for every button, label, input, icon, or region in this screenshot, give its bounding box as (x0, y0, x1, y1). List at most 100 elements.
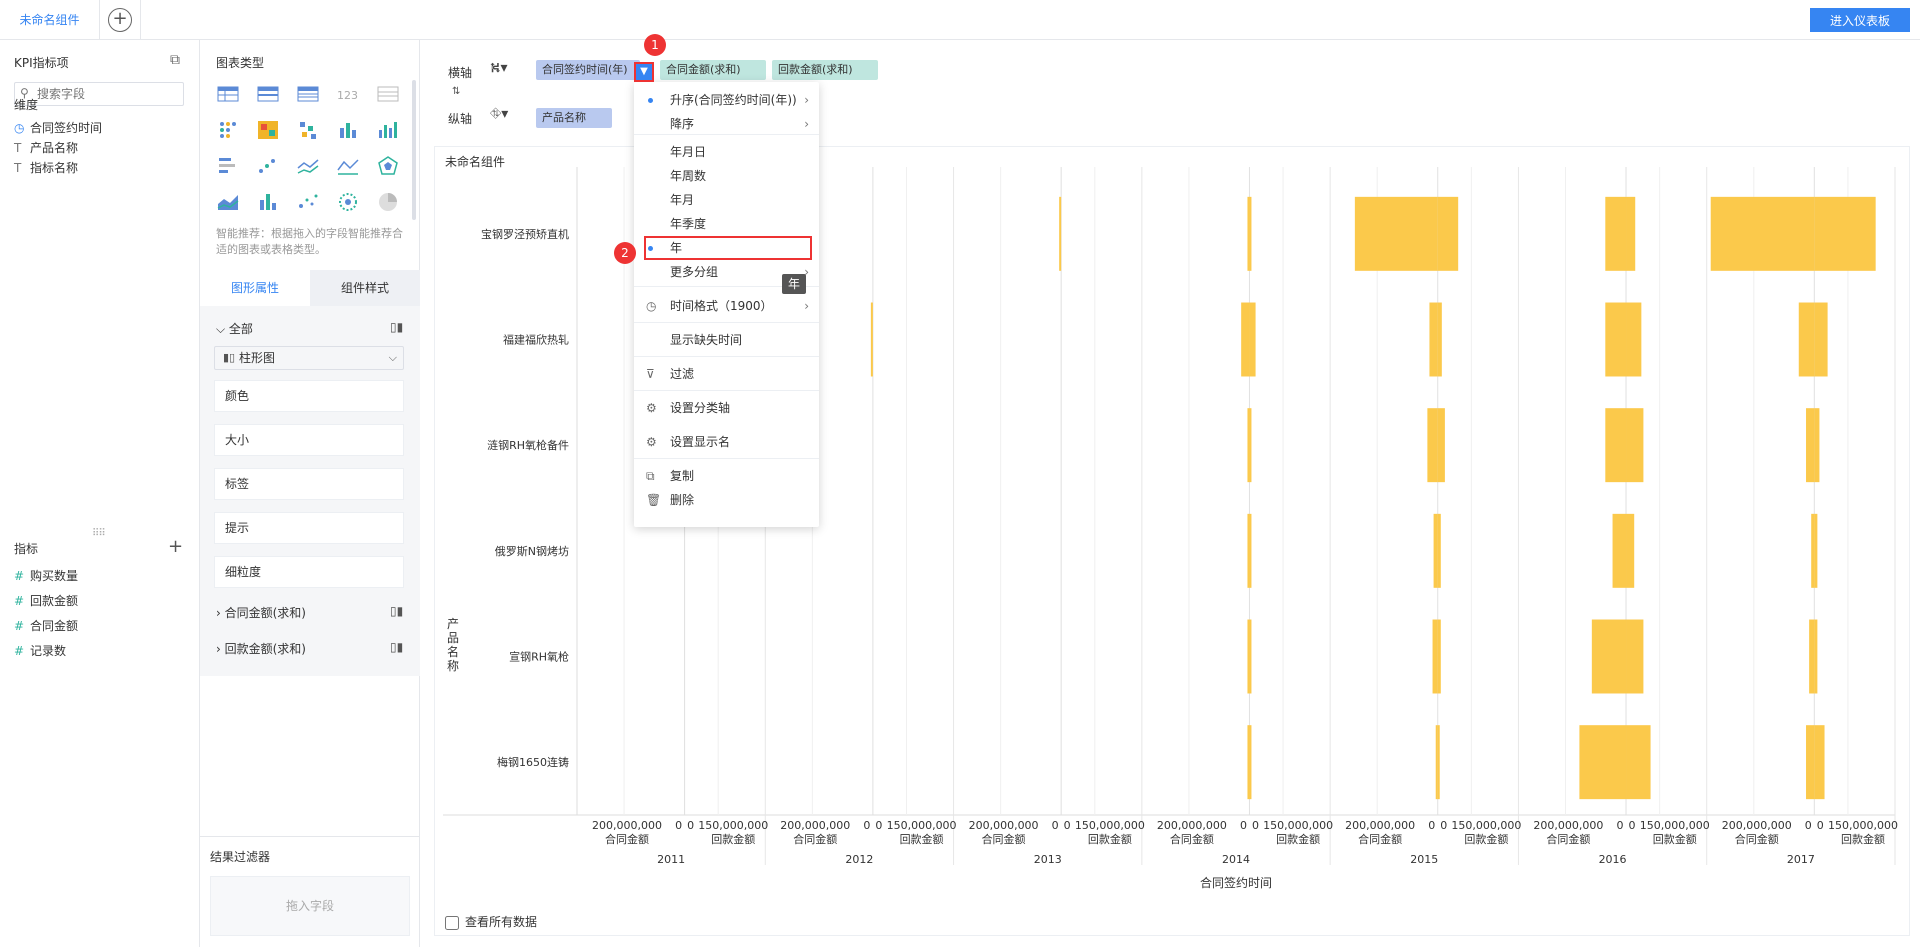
field-item-metric-2[interactable]: # 合同金额 (14, 616, 78, 636)
menu-item-2[interactable]: 年月日 (634, 140, 819, 164)
search-input[interactable] (37, 86, 177, 102)
sub-axis-label: 合同金额 (1358, 832, 1402, 846)
splitter-handle[interactable]: ⠿⠿ (92, 528, 106, 539)
menu-item-11[interactable]: ⚙ 设置分类轴 (634, 396, 819, 420)
property-label[interactable]: 标签 (214, 468, 404, 500)
y-axis-label: 纵轴 (448, 112, 473, 126)
tab-graphic-properties[interactable]: 图形属性 (200, 270, 310, 306)
menu-item-5[interactable]: 年季度 (634, 212, 819, 236)
line-chart-icon[interactable] (296, 154, 320, 178)
heatmap-icon[interactable] (256, 118, 280, 142)
property-size[interactable]: 大小 (214, 424, 404, 456)
property-series-1[interactable]: › 回款金额(求和) (216, 640, 306, 657)
scatter-block-icon[interactable] (296, 118, 320, 142)
search-box[interactable]: ⚲ (14, 82, 184, 106)
number-card-icon[interactable]: 123 (336, 82, 360, 106)
property-all-toggle[interactable]: ⌵ 全部 (216, 320, 253, 337)
tick-label: 200,000,000 (1533, 819, 1603, 832)
tick-label: 150,000,000 (1640, 819, 1710, 832)
dot-matrix-icon[interactable] (216, 118, 240, 142)
tab-component[interactable]: 未命名组件 (0, 0, 100, 40)
pill-dropdown-arrow[interactable]: ▼ (634, 62, 654, 82)
menu-separator (634, 458, 819, 459)
column-chart-icon[interactable]: ▯▮ (390, 640, 403, 654)
tick-label: 200,000,000 (592, 819, 662, 832)
property-series-0[interactable]: › 合同金额(求和) (216, 604, 306, 621)
swap-axes-icon[interactable]: ⇅ (452, 86, 460, 97)
area-chart-icon[interactable] (216, 190, 240, 214)
property-tooltip[interactable]: 提示 (214, 512, 404, 544)
sub-axis-label: 回款金额 (1088, 832, 1132, 846)
scatter-icon[interactable] (256, 154, 280, 178)
axis-type-icon[interactable]: ⛕▾ (490, 60, 507, 78)
menu-item-3[interactable]: 年周数 (634, 164, 819, 188)
column-chart-icon[interactable]: ▯▮ (390, 604, 403, 618)
radar-icon[interactable] (376, 154, 400, 178)
bar-payment (1814, 196, 1876, 271)
show-all-checkbox[interactable] (445, 915, 459, 930)
show-all-data[interactable]: 查看所有数据 (445, 913, 537, 930)
menu-item-0[interactable]: 升序(合同签约时间(年)) › (634, 88, 819, 112)
menu-item-13[interactable]: ⧉ 复制 (634, 464, 819, 488)
menu-item-9[interactable]: 显示缺失时间 (634, 328, 819, 352)
bar-contract (1806, 408, 1815, 483)
svg-text:123: 123 (337, 89, 358, 102)
bar-payment (1249, 196, 1252, 271)
menu-item-14[interactable]: 🗑 删除 (634, 488, 819, 512)
bar-chart-icon[interactable] (216, 154, 240, 178)
menu-item-4[interactable]: 年月 (634, 188, 819, 212)
properties-tabs: 图形属性 组件样式 (200, 270, 420, 306)
sub-axis-label: 合同金额 (793, 832, 837, 846)
bar-contract (1427, 408, 1438, 483)
area-line-icon[interactable] (336, 154, 360, 178)
filter-drop-zone[interactable]: 拖入字段 (210, 876, 410, 936)
pie-chart-icon[interactable] (376, 190, 400, 214)
add-tab-icon[interactable]: + (108, 8, 132, 32)
grouped-table-icon[interactable] (256, 82, 280, 106)
y-pill-product[interactable]: 产品名称 (536, 108, 612, 128)
menu-item-8[interactable]: ◷ 时间格式（1900） › (634, 294, 819, 318)
field-item-dimension-0[interactable]: ◷ 合同签约时间 (14, 118, 102, 138)
detail-table-icon[interactable] (376, 82, 400, 106)
axis-type-icon[interactable]: ⛗▾ (490, 106, 508, 122)
bar-payment (1437, 513, 1441, 588)
property-color[interactable]: 颜色 (214, 380, 404, 412)
category-label: 宣钢RH氧枪 (509, 650, 569, 664)
field-item-metric-3[interactable]: # 记录数 (14, 641, 66, 661)
field-item-dimension-2[interactable]: T 指标名称 (14, 158, 78, 178)
tab-component-style[interactable]: 组件样式 (310, 270, 420, 306)
panel-divider (200, 836, 420, 837)
tick-label: 200,000,000 (1157, 819, 1227, 832)
field-item-metric-0[interactable]: # 购买数量 (14, 566, 78, 586)
column-chart-icon[interactable]: ▯▮ (390, 320, 403, 334)
menu-item-12[interactable]: ⚙ 设置显示名 (634, 430, 819, 454)
stacked-column-icon[interactable] (256, 190, 280, 214)
bar-contract (1579, 725, 1627, 800)
filter-icon: ⊽ (646, 367, 655, 381)
switch-dataset-icon[interactable]: ⧉ (170, 52, 180, 68)
menu-item-1[interactable]: 降序 › (634, 112, 819, 136)
table-icon[interactable] (216, 82, 240, 106)
property-granularity[interactable]: 细粒度 (214, 556, 404, 588)
x-pill-contract[interactable]: 合同金额(求和) (660, 60, 766, 80)
step-badge-1: 1 (644, 34, 666, 56)
cross-table-icon[interactable] (296, 82, 320, 106)
bubble-icon[interactable] (296, 190, 320, 214)
gauge-dots-icon[interactable] (336, 190, 360, 214)
x-pill-time[interactable]: 合同签约时间(年) (536, 60, 640, 80)
field-item-dimension-1[interactable]: T 产品名称 (14, 138, 78, 158)
chart-type-scrollbar[interactable] (412, 80, 416, 220)
enter-dashboard-button[interactable]: 进入仪表板 (1810, 8, 1910, 32)
chart-type-select[interactable]: ▮▯ 柱形图 ⌵ (214, 346, 404, 370)
sub-axis-label: 回款金额 (1464, 832, 1508, 846)
multi-column-icon[interactable] (376, 118, 400, 142)
field-item-metric-1[interactable]: # 回款金额 (14, 591, 78, 611)
bar-contract (1806, 725, 1815, 800)
column-chart-icon[interactable] (336, 118, 360, 142)
menu-item-10[interactable]: ⊽ 过滤 (634, 362, 819, 386)
bar-payment (1626, 619, 1644, 694)
bar-contract (1591, 619, 1627, 694)
x-pill-payment[interactable]: 回款金额(求和) (772, 60, 878, 80)
year-label: 2012 (845, 853, 873, 866)
add-metric-icon[interactable]: + (168, 536, 183, 557)
